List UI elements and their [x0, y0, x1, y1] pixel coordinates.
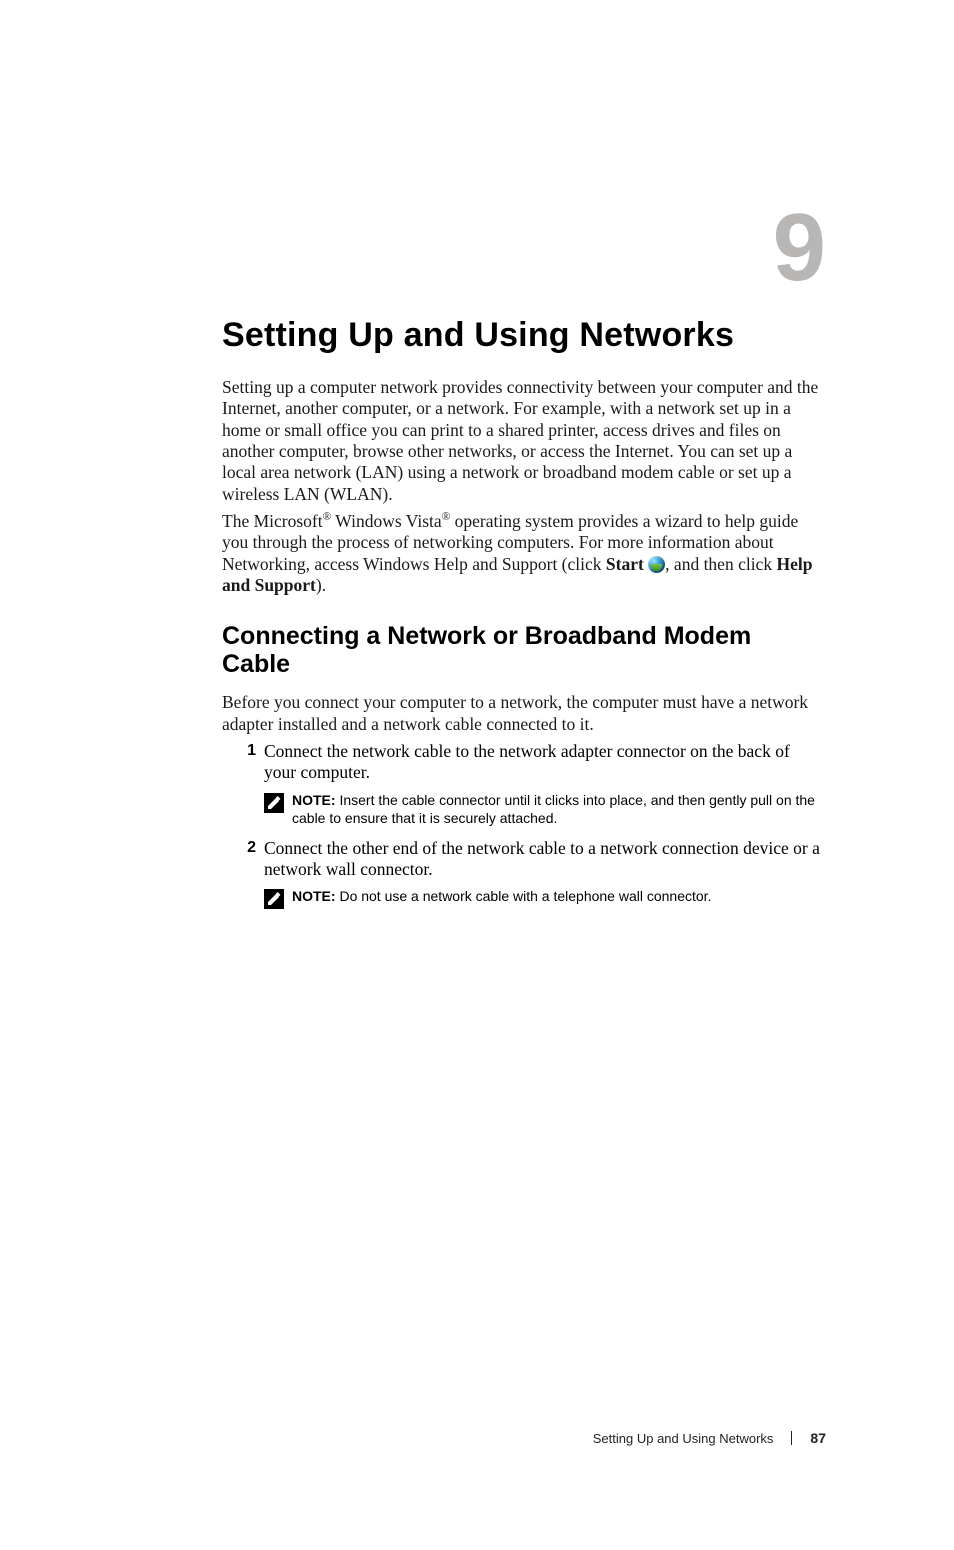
step-list: 1 Connect the network cable to the netwo…: [222, 741, 826, 909]
note-label: NOTE:: [292, 792, 339, 808]
step-text: Connect the network cable to the network…: [264, 741, 826, 784]
chapter-title: Setting Up and Using Networks: [222, 316, 826, 355]
step-text: Connect the other end of the network cab…: [264, 838, 826, 881]
footer-title: Setting Up and Using Networks: [593, 1431, 774, 1446]
intro-p2-pre: The Microsoft: [222, 511, 323, 531]
intro-paragraph-2: The Microsoft® Windows Vista® operating …: [222, 511, 826, 596]
intro-p2-tail-post: ).: [316, 575, 326, 595]
start-label: Start: [606, 554, 644, 574]
section-lead: Before you connect your computer to a ne…: [222, 692, 826, 735]
page-footer: Setting Up and Using Networks 87: [593, 1430, 826, 1446]
note-text: NOTE: Do not use a network cable with a …: [292, 888, 826, 906]
list-item: 1 Connect the network cable to the netwo…: [222, 741, 826, 784]
note-pencil-icon: [264, 889, 284, 909]
step-number: 2: [222, 838, 264, 881]
footer-separator-icon: [791, 1431, 792, 1445]
document-page: 9 Setting Up and Using Networks Setting …: [0, 200, 954, 909]
intro-p2-tail-pre: , and then click: [665, 554, 776, 574]
note-body: Do not use a network cable with a teleph…: [339, 888, 711, 904]
note: NOTE: Do not use a network cable with a …: [264, 888, 826, 909]
registered-mark-icon: ®: [442, 511, 451, 523]
intro-paragraph-1: Setting up a computer network provides c…: [222, 377, 826, 505]
registered-mark-icon: ®: [323, 511, 332, 523]
list-item: 2 Connect the other end of the network c…: [222, 838, 826, 881]
note-label: NOTE:: [292, 888, 339, 904]
chapter-number: 9: [222, 200, 826, 296]
note-body: Insert the cable connector until it clic…: [292, 792, 815, 826]
note-text: NOTE: Insert the cable connector until i…: [292, 792, 826, 828]
note: NOTE: Insert the cable connector until i…: [264, 792, 826, 828]
footer-page-number: 87: [810, 1430, 826, 1446]
note-pencil-icon: [264, 793, 284, 813]
windows-orb-icon: [648, 556, 665, 573]
step-number: 1: [222, 741, 264, 784]
intro-p2-mid: Windows Vista: [331, 511, 441, 531]
section-title: Connecting a Network or Broadband Modem …: [222, 622, 826, 678]
